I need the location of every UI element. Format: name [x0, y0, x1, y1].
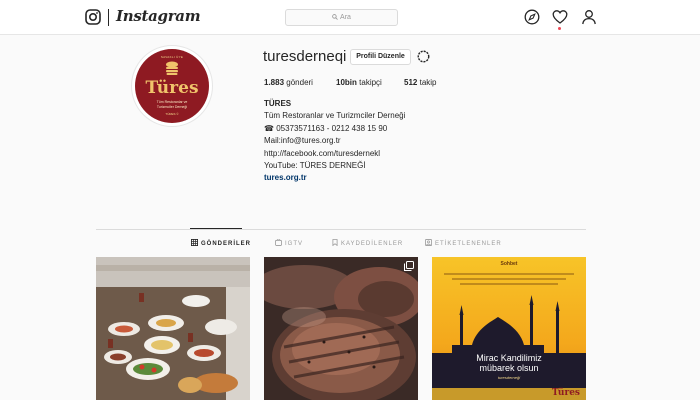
post-title: Mirac Kandilimiz mübarek olsun: [432, 353, 586, 373]
post-thumbnail-grilled-meat[interactable]: [264, 257, 418, 400]
bookmark-icon: [332, 239, 338, 247]
post-thumbnail-breakfast[interactable]: [96, 257, 250, 400]
tab-igtv[interactable]: IGTV: [275, 238, 304, 247]
multiple-photos-icon: [404, 261, 414, 271]
logo-bottom-text: TÜRES ©: [165, 112, 179, 116]
active-tab-indicator: [190, 228, 242, 229]
instagram-wordmark[interactable]: Instagram: [116, 7, 201, 25]
top-navigation-bar: Instagram Ara: [0, 0, 700, 35]
logo-brand-text: Türes: [145, 78, 199, 98]
profile-username: turesderneqi: [263, 48, 347, 65]
posts-count: 1.883: [264, 78, 285, 87]
tag-icon: [425, 239, 432, 246]
activity-heart-icon[interactable]: [552, 9, 568, 25]
tab-tagged[interactable]: ETİKETLENENLER: [425, 239, 502, 247]
tabs-divider: [96, 229, 586, 230]
bio-website-link[interactable]: tures.org.tr: [264, 172, 405, 184]
tab-posts-label: GÖNDERİLER: [201, 241, 252, 247]
followers-label: takipçi: [359, 78, 382, 87]
post-thumbnail-mirac-kandili[interactable]: Sohbet Mirac Kandilimiz mübarek olsun tu…: [432, 257, 586, 400]
bio-phone: ☎ 05373571163 - 0212 438 15 90: [264, 123, 388, 133]
logo-subtitle: Tüm Restoranlar ve Turizmciler Derneği: [135, 100, 209, 109]
profile-person-icon[interactable]: [581, 9, 597, 25]
tab-saved[interactable]: KAYDEDİLENLER: [332, 239, 403, 247]
logo-subtitle-line2: Turizmciler Derneği: [156, 104, 188, 109]
explore-compass-icon[interactable]: [524, 9, 540, 25]
following-label: takip: [419, 78, 437, 87]
bio-facebook: http://facebook.com/turesdernekl: [264, 148, 381, 158]
tab-saved-label: KAYDEDİLENLER: [341, 241, 404, 247]
nav-divider: [108, 9, 109, 26]
logo-burger-emblem: [166, 61, 178, 75]
tab-posts[interactable]: GÖNDERİLER: [191, 239, 251, 247]
bio-name: TÜRES: [264, 99, 292, 108]
post-header-text: Sohbet: [500, 261, 518, 267]
posts-stat: 1.883 gönderi: [264, 78, 313, 87]
post-title-line1: Mirac Kandilimiz: [476, 353, 542, 363]
following-stat[interactable]: 512 takip: [404, 78, 437, 87]
options-gear-icon[interactable]: [416, 49, 431, 64]
instagram-camera-icon[interactable]: [85, 9, 101, 25]
bio-mail: Mail:info@tures.org.tr: [264, 136, 341, 146]
following-count: 512: [404, 78, 418, 87]
edit-profile-button[interactable]: Profili Düzenle: [350, 49, 411, 65]
grid-icon: [191, 239, 198, 246]
profile-bio: TÜRES Tüm Restoranlar ve Turizmciler Der…: [264, 98, 405, 185]
followers-count: 10bin: [336, 78, 357, 87]
posts-label: gönderi: [286, 78, 313, 87]
tab-tagged-label: ETİKETLENENLER: [435, 241, 502, 247]
followers-stat[interactable]: 10bin takipçi: [336, 78, 382, 87]
post-signature: turesderneği: [497, 375, 521, 380]
bio-youtube: YouTube: TÜRES DERNEĞİ: [264, 161, 366, 171]
tab-igtv-label: IGTV: [285, 241, 304, 247]
search-input[interactable]: Ara: [285, 9, 398, 26]
profile-avatar[interactable]: SAVAKLI ÜYE Türes Tüm Restoranlar ve Tur…: [131, 45, 213, 127]
bio-line: Tüm Restoranlar ve Turizmciler Derneği: [264, 111, 406, 121]
search-icon: [332, 14, 338, 20]
breakfast-table-image: [96, 257, 250, 400]
notification-dot: [558, 27, 561, 30]
grilled-meat-image: [264, 257, 418, 400]
tures-logo: SAVAKLI ÜYE Türes Tüm Restoranlar ve Tur…: [135, 49, 209, 123]
igtv-icon: [275, 238, 282, 246]
post-footer-brand: Türes: [551, 388, 580, 398]
post-title-line2: mübarek olsun: [479, 363, 539, 373]
search-placeholder: Ara: [340, 14, 351, 21]
logo-top-text: SAVAKLI ÜYE: [160, 55, 184, 59]
